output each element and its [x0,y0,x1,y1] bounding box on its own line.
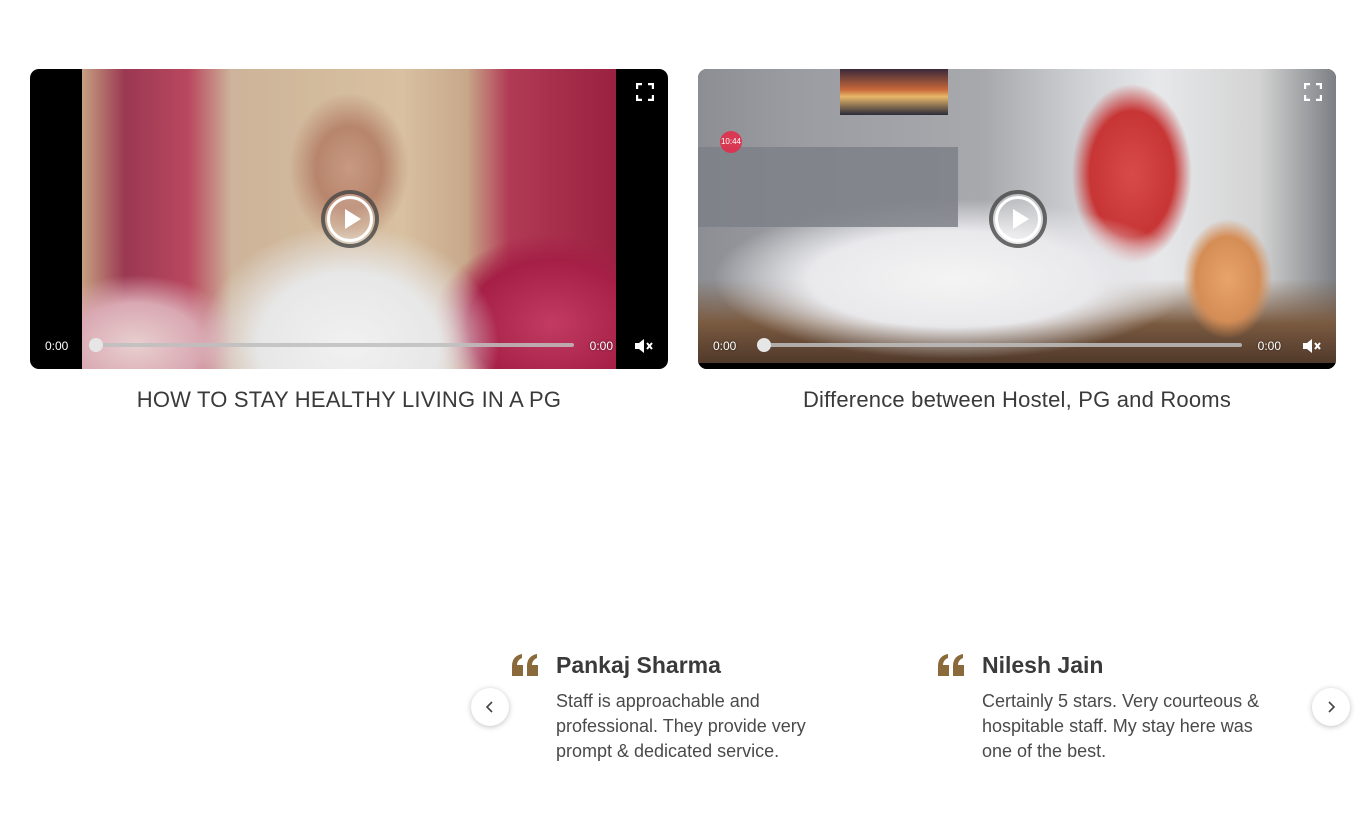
seek-bar[interactable] [757,338,1242,352]
chevron-left-icon [485,701,493,713]
testimonial-text: Staff is approachable and professional. … [556,691,806,761]
video-controls: 0:00 0:00 [698,323,1336,369]
overlay-badge: 10:44 [720,131,742,153]
volume-muted-icon[interactable] [634,337,654,355]
play-button[interactable] [321,190,379,248]
fullscreen-icon[interactable] [636,83,654,101]
video-player-2[interactable]: 10:44 0:00 0:00 [698,69,1336,369]
quote-icon [512,654,538,676]
carousel-next-button[interactable] [1312,688,1350,726]
video-player-1[interactable]: 0:00 0:00 [30,69,668,369]
testimonial-name: Pankaj Sharma [556,652,721,678]
current-time: 0:00 [713,339,737,353]
seek-handle[interactable] [89,338,103,352]
duration: 0:00 [1257,339,1281,353]
seek-handle[interactable] [757,338,771,352]
testimonial-text: Certainly 5 stars. Very courteous & hosp… [982,691,1260,761]
carousel-prev-button[interactable] [471,688,509,726]
current-time: 0:00 [45,339,69,353]
testimonial-card: Pankaj Sharma Staff is approachable and … [512,652,852,764]
quote-icon [938,654,964,676]
video-title: Difference between Hostel, PG and Rooms [802,387,1232,412]
chevron-right-icon [1328,701,1336,713]
play-button[interactable] [989,190,1047,248]
volume-muted-icon[interactable] [1302,337,1322,355]
fullscreen-icon[interactable] [1304,83,1322,101]
video-controls: 0:00 0:00 [30,323,668,369]
duration: 0:00 [589,339,613,353]
video-card-2: 10:44 0:00 0:00 Difference between Hoste… [698,69,1336,413]
seek-bar[interactable] [89,338,574,352]
video-title: HOW TO STAY HEALTHY LIVING IN A PG [136,387,562,412]
testimonial-card: Nilesh Jain Certainly 5 stars. Very cour… [938,652,1278,764]
video-card-1: 0:00 0:00 HOW TO STAY HEALTHY LIVING IN … [30,69,668,413]
testimonial-name: Nilesh Jain [982,652,1104,678]
